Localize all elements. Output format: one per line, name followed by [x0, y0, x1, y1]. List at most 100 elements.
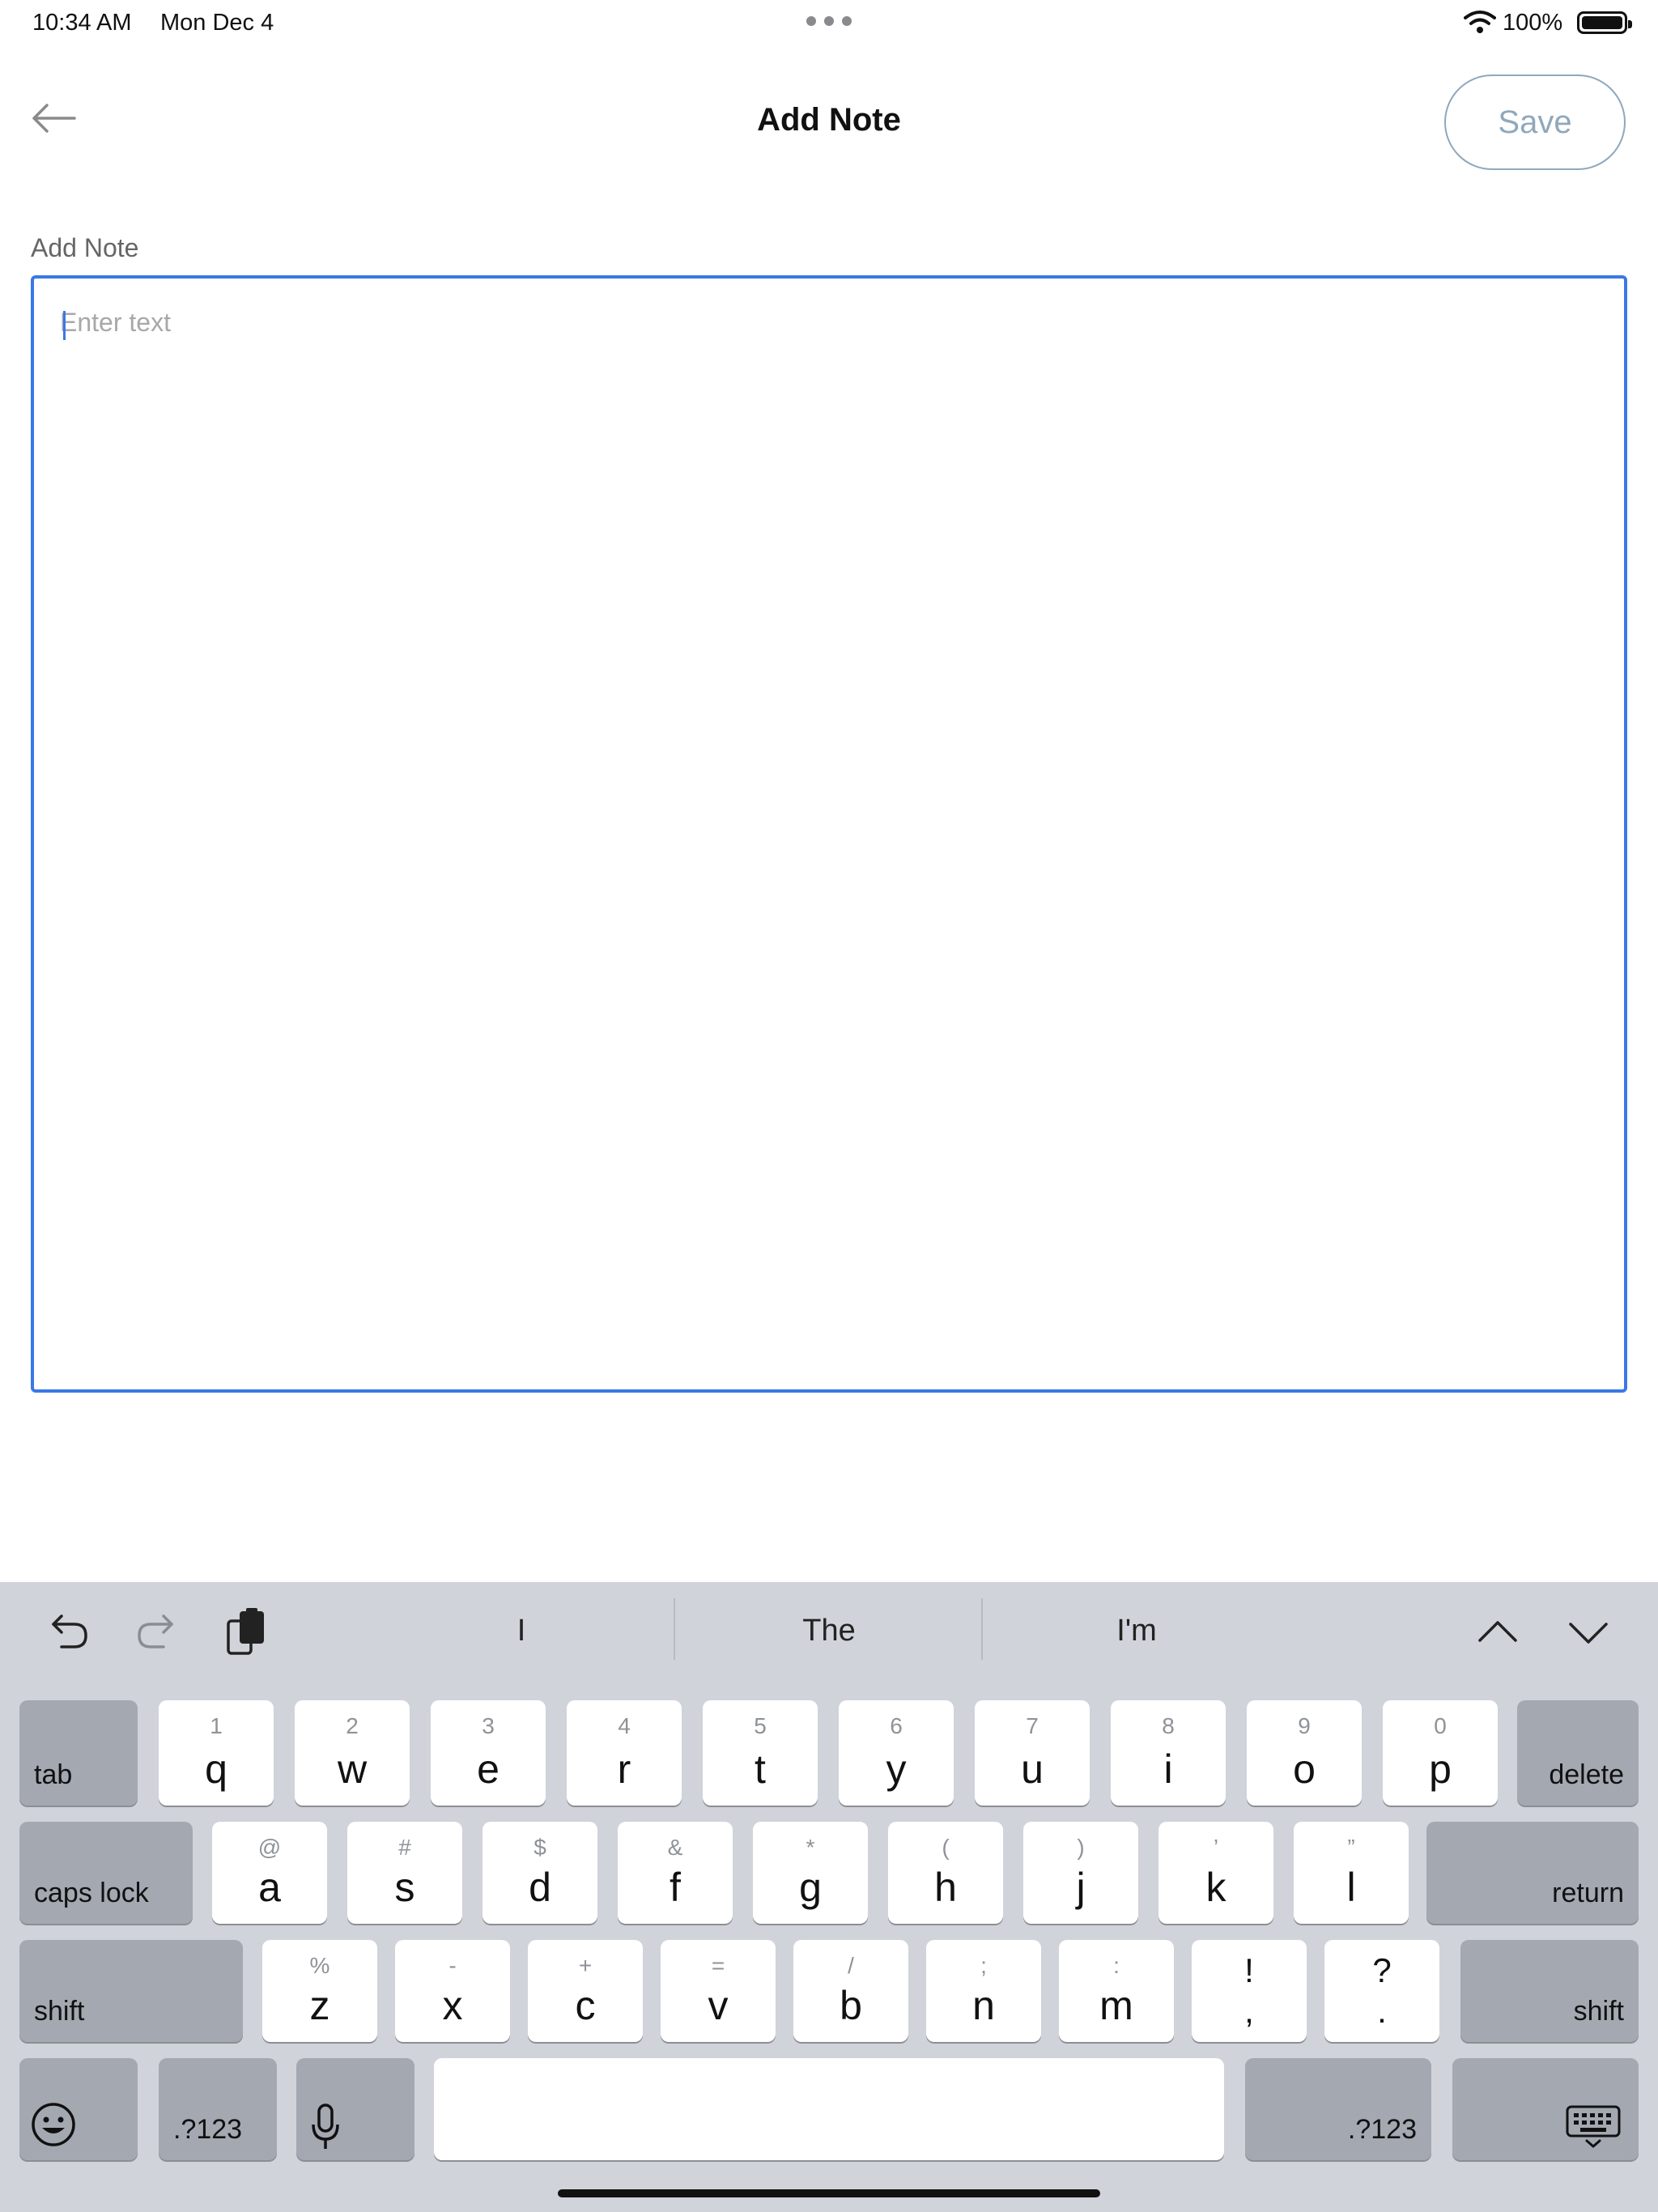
- undo-icon[interactable]: [42, 1606, 94, 1658]
- caps-lock-key-label: caps lock: [34, 1878, 149, 1908]
- hide-keyboard-key[interactable]: [1452, 2058, 1639, 2160]
- key-primary-label: j: [1076, 1865, 1086, 1910]
- key-c[interactable]: + c: [528, 1940, 643, 2042]
- key-k[interactable]: ’ k: [1158, 1822, 1273, 1924]
- wifi-icon: [1464, 11, 1496, 33]
- key-secondary-label: @: [257, 1835, 282, 1860]
- key-secondary-label: 6: [890, 1713, 903, 1738]
- key-secondary-label: =: [711, 1953, 725, 1978]
- microphone-icon: [312, 2104, 339, 2149]
- note-field-label: Add Note: [31, 233, 139, 262]
- key-u[interactable]: 7u: [975, 1700, 1090, 1806]
- key-period[interactable]: ?.: [1324, 1940, 1439, 2042]
- battery-percentage: 100%: [1503, 10, 1563, 36]
- key-n[interactable]: ; n: [926, 1940, 1041, 2042]
- chevron-down-icon[interactable]: [1562, 1606, 1614, 1658]
- key-primary-label: i: [1163, 1746, 1173, 1792]
- key-primary-label: o: [1293, 1746, 1316, 1792]
- key-secondary-label: 0: [1434, 1713, 1447, 1738]
- key-g[interactable]: * g: [753, 1822, 868, 1924]
- key-e[interactable]: 3e: [431, 1700, 546, 1806]
- home-indicator[interactable]: [558, 2189, 1100, 2197]
- key-r[interactable]: 4r: [567, 1700, 682, 1806]
- key-h[interactable]: (h: [888, 1822, 1003, 1924]
- key-j[interactable]: ) j: [1023, 1822, 1138, 1924]
- key-s[interactable]: # s: [347, 1822, 462, 1924]
- key-primary-label: k: [1205, 1865, 1226, 1910]
- emoji-key[interactable]: [19, 2058, 138, 2160]
- key-z[interactable]: % z: [262, 1940, 377, 2042]
- key-x[interactable]: -x: [395, 1940, 510, 2042]
- key-primary-label: u: [1021, 1746, 1044, 1792]
- key-secondary-label: #: [398, 1835, 411, 1860]
- key-primary-label: c: [575, 1983, 596, 2028]
- delete-key-label: delete: [1549, 1759, 1624, 1790]
- key-secondary-label: ’: [1213, 1835, 1219, 1860]
- numbers-key-left[interactable]: .?123: [159, 2058, 277, 2160]
- redo-icon[interactable]: [131, 1606, 183, 1658]
- keyboard-toolbar: I The I'm: [0, 1582, 1658, 1679]
- battery-icon: [1577, 11, 1632, 34]
- key-v[interactable]: = v: [661, 1940, 776, 2042]
- space-bar[interactable]: [434, 2058, 1224, 2160]
- delete-key[interactable]: delete: [1517, 1700, 1639, 1806]
- key-t[interactable]: 5t: [703, 1700, 818, 1806]
- key-primary-label: n: [972, 1983, 995, 2028]
- key-secondary-label: ;: [980, 1953, 987, 1978]
- suggestion-2[interactable]: The: [675, 1598, 983, 1663]
- header: Add Note Save: [0, 45, 1658, 199]
- key-q[interactable]: 1q: [159, 1700, 274, 1806]
- key-secondary-label: &: [667, 1835, 683, 1860]
- key-primary-label: ,: [1244, 1992, 1254, 2030]
- save-button[interactable]: Save: [1444, 74, 1626, 170]
- emoji-icon: [32, 2103, 75, 2146]
- dictation-key[interactable]: [296, 2058, 414, 2160]
- key-a[interactable]: @ a: [212, 1822, 327, 1924]
- status-bar: 10:34 AM Mon Dec 4 100%: [0, 0, 1658, 45]
- clipboard-icon[interactable]: [222, 1606, 274, 1658]
- key-secondary-label: -: [449, 1953, 457, 1978]
- key-i[interactable]: 8i: [1111, 1700, 1226, 1806]
- key-secondary-label: ): [1077, 1835, 1085, 1860]
- tab-key[interactable]: tab: [19, 1700, 138, 1806]
- key-secondary-label: +: [578, 1953, 593, 1978]
- key-secondary-label: 5: [754, 1713, 767, 1738]
- shift-key-left[interactable]: shift: [19, 1940, 243, 2042]
- key-y[interactable]: 6y: [839, 1700, 954, 1806]
- caps-lock-key[interactable]: caps lock: [19, 1822, 193, 1924]
- key-w[interactable]: 2w: [295, 1700, 410, 1806]
- key-d[interactable]: $ d: [483, 1822, 597, 1924]
- key-secondary-label: 2: [346, 1713, 359, 1738]
- key-primary-label: m: [1099, 1983, 1133, 2028]
- suggestion-3[interactable]: I'm: [983, 1598, 1290, 1663]
- note-input-container[interactable]: [31, 275, 1627, 1393]
- chevron-up-icon[interactable]: [1472, 1606, 1524, 1658]
- shift-key-label: shift: [34, 1996, 85, 2027]
- key-o[interactable]: 9o: [1247, 1700, 1362, 1806]
- key-primary-label: v: [708, 1983, 729, 2028]
- key-primary-label: d: [529, 1865, 551, 1910]
- key-comma[interactable]: !,: [1192, 1940, 1307, 2042]
- return-key[interactable]: return: [1426, 1822, 1639, 1924]
- key-primary-label: w: [337, 1746, 368, 1792]
- key-m[interactable]: :m: [1059, 1940, 1174, 2042]
- suggestion-1[interactable]: I: [368, 1598, 675, 1663]
- key-f[interactable]: & f: [618, 1822, 733, 1924]
- page-title: Add Note: [757, 102, 901, 138]
- key-primary-label: q: [205, 1746, 227, 1792]
- status-time: 10:34 AM: [32, 10, 132, 36]
- numbers-key-right[interactable]: .?123: [1245, 2058, 1431, 2160]
- key-secondary-label: ”: [1347, 1835, 1355, 1860]
- key-secondary-label: ?: [1372, 1951, 1392, 1989]
- key-primary-label: e: [477, 1746, 500, 1792]
- key-secondary-label: 1: [210, 1713, 223, 1738]
- key-p[interactable]: 0p: [1383, 1700, 1498, 1806]
- note-textarea[interactable]: [60, 308, 1598, 1360]
- shift-key-right[interactable]: shift: [1460, 1940, 1639, 2042]
- key-primary-label: a: [258, 1865, 281, 1910]
- status-date: Mon Dec 4: [160, 10, 274, 36]
- key-primary-label: p: [1429, 1746, 1452, 1792]
- multitasking-dots-icon[interactable]: [806, 16, 852, 28]
- key-l[interactable]: ” l: [1294, 1822, 1409, 1924]
- key-b[interactable]: / b: [793, 1940, 908, 2042]
